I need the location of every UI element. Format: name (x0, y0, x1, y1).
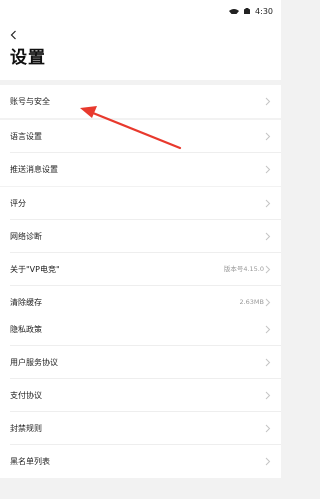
chevron-right-icon (265, 265, 271, 274)
row-user-agreement[interactable]: 用户服务协议 (0, 346, 281, 379)
settings-group-preferences: 语言设置 推送消息设置 (0, 120, 281, 186)
header: 设置 (0, 14, 281, 80)
row-ban-rules[interactable]: 封禁规则 (0, 412, 281, 445)
settings-group-account: 账号与安全 (0, 85, 281, 118)
chevron-right-icon (265, 132, 271, 141)
row-language-settings[interactable]: 语言设置 (0, 120, 281, 153)
row-rating[interactable]: 评分 (0, 187, 281, 220)
row-label: 用户服务协议 (10, 358, 58, 367)
row-label: 支付协议 (10, 391, 42, 400)
row-payment-agreement[interactable]: 支付协议 (0, 379, 281, 412)
chevron-right-icon (265, 298, 271, 307)
chevron-right-icon (265, 424, 271, 433)
row-push-settings[interactable]: 推送消息设置 (0, 153, 281, 186)
chevron-right-icon (265, 358, 271, 367)
chevron-right-icon (265, 232, 271, 241)
row-label: 推送消息设置 (10, 165, 58, 174)
chevron-right-icon (265, 325, 271, 334)
chevron-right-icon (265, 457, 271, 466)
chevron-right-icon (265, 165, 271, 174)
row-label: 封禁规则 (10, 424, 42, 433)
row-privacy-policy[interactable]: 隐私政策 (0, 313, 281, 346)
row-label: 评分 (10, 199, 26, 208)
row-blacklist[interactable]: 黑名单列表 (0, 445, 281, 478)
row-label: 隐私政策 (10, 325, 42, 334)
chevron-right-icon (265, 199, 271, 208)
chevron-right-icon (265, 391, 271, 400)
settings-group-legal: 隐私政策 用户服务协议 支付协议 封禁规则 黑名单列表 (0, 313, 281, 478)
page-title: 设置 (10, 48, 46, 68)
row-label: 黑名单列表 (10, 457, 50, 466)
chevron-right-icon (265, 97, 271, 106)
row-label: 账号与安全 (10, 97, 50, 106)
row-network-diagnosis[interactable]: 网络诊断 (0, 220, 281, 253)
row-label: 网络诊断 (10, 232, 42, 241)
settings-group-app: 评分 网络诊断 关于"VP电竞" 版本号4.15.0 清除缓存 2.63MB (0, 187, 281, 319)
row-label: 关于"VP电竞" (10, 265, 60, 274)
settings-screen: 4:30 设置 账号与安全 语言设置 推送消息设置 评分 网络诊断 关于"VP电… (0, 0, 281, 499)
back-arrow-icon[interactable] (8, 26, 20, 40)
version-value: 版本号4.15.0 (223, 265, 264, 273)
status-bar: 4:30 (0, 0, 281, 17)
row-label: 语言设置 (10, 132, 42, 141)
row-account-security[interactable]: 账号与安全 (0, 85, 281, 118)
row-about[interactable]: 关于"VP电竞" 版本号4.15.0 (0, 253, 281, 286)
